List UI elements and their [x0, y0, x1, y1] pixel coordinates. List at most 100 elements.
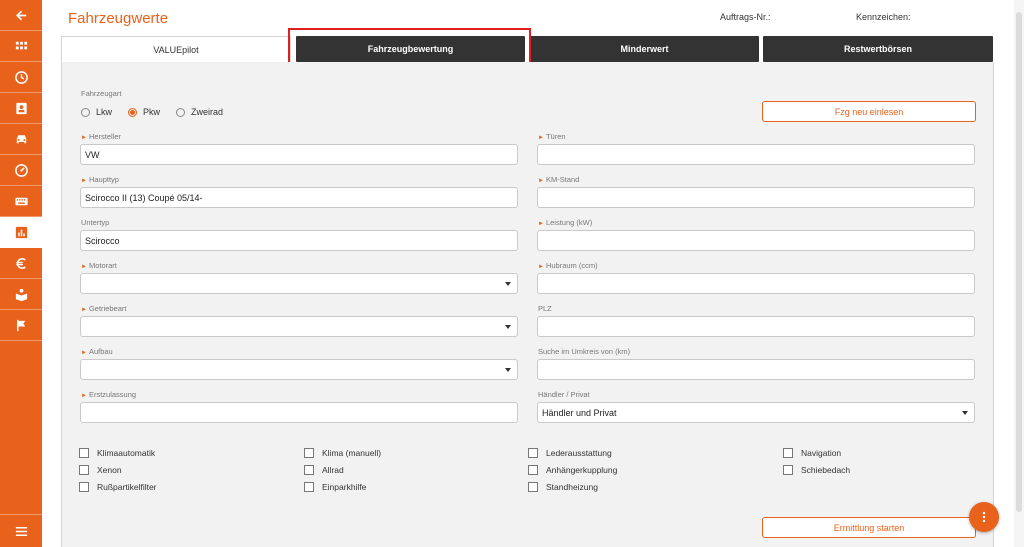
- speedometer-icon[interactable]: [0, 155, 42, 186]
- checkbox-xenon[interactable]: Xenon: [79, 465, 122, 475]
- scrollbar[interactable]: [1014, 0, 1024, 547]
- chevron-down-icon: [505, 282, 511, 286]
- untertyp-field[interactable]: Scirocco: [80, 230, 518, 251]
- field-label-erstzulassung: ► Erstzulassung: [81, 390, 136, 399]
- tueren-field[interactable]: [537, 144, 975, 165]
- required-marker-icon: ►: [81, 307, 87, 313]
- radio-zweirad[interactable]: Zweirad: [176, 107, 223, 117]
- checkbox-box[interactable]: [79, 448, 89, 458]
- checkbox-label: Klimaautomatik: [97, 448, 156, 458]
- checkbox-anhaengerkupplung[interactable]: Anhängerkupplung: [528, 465, 617, 475]
- radio-pkw[interactable]: Pkw: [128, 107, 160, 117]
- erstzulassung-field[interactable]: [80, 402, 518, 423]
- field-label-haupttyp: ► Haupttyp: [81, 175, 119, 184]
- required-marker-icon: ►: [538, 135, 544, 141]
- select-value: Händler und Privat: [542, 407, 617, 418]
- field-label-text: Leistung (kW): [545, 218, 593, 227]
- field-label-aufbau: ► Aufbau: [81, 347, 113, 356]
- chevron-down-icon: [505, 325, 511, 329]
- field-label-motorart: ► Motorart: [81, 261, 117, 270]
- leistung-field[interactable]: [537, 230, 975, 251]
- checkbox-navigation[interactable]: Navigation: [783, 448, 841, 458]
- hamburger-menu-icon[interactable]: [0, 514, 42, 547]
- tab-restwertboersen[interactable]: Restwertbörsen: [763, 36, 993, 62]
- chevron-down-icon: [505, 368, 511, 372]
- radio-circle[interactable]: [176, 107, 185, 117]
- required-marker-icon: ►: [81, 350, 87, 356]
- checkbox-lederausstattung[interactable]: Lederausstattung: [528, 448, 612, 458]
- required-marker-icon: ►: [538, 264, 544, 270]
- field-label-hubraum: ► Hubraum (ccm): [538, 261, 598, 270]
- required-marker-icon: ►: [81, 178, 87, 184]
- required-marker-icon: ►: [538, 221, 544, 227]
- field-label-km-stand: ► KM-Stand: [538, 175, 579, 184]
- field-label-text: Türen: [545, 132, 566, 141]
- required-marker-icon: ►: [81, 264, 87, 270]
- checkbox-label: Allrad: [322, 465, 344, 475]
- required-marker-icon: ►: [81, 393, 87, 399]
- field-label-leistung: ► Leistung (kW): [538, 218, 592, 227]
- more-options-icon[interactable]: [969, 502, 999, 532]
- radio-circle[interactable]: [81, 107, 90, 117]
- checkbox-box[interactable]: [79, 465, 89, 475]
- checkbox-klimaautomatik[interactable]: Klimaautomatik: [79, 448, 155, 458]
- chevron-down-icon: [962, 411, 968, 415]
- checkbox-box[interactable]: [79, 482, 89, 492]
- grid-icon[interactable]: [0, 31, 42, 62]
- checkbox-box[interactable]: [783, 465, 793, 475]
- motorart-select[interactable]: [80, 273, 518, 294]
- flag-icon[interactable]: [0, 310, 42, 341]
- scrollbar-thumb[interactable]: [1016, 12, 1022, 512]
- field-label-text: Hersteller: [88, 132, 122, 141]
- checkbox-box[interactable]: [304, 448, 314, 458]
- checkbox-box[interactable]: [528, 465, 538, 475]
- checkbox-label: Rußpartikelfilter: [97, 482, 157, 492]
- haendler-privat-select[interactable]: Händler und Privat: [537, 402, 975, 423]
- haupttyp-field[interactable]: Scirocco II (13) Coupé 05/14-: [80, 187, 518, 208]
- tab-minderwert[interactable]: Minderwert: [530, 36, 759, 62]
- checkbox-schiebedach[interactable]: Schiebedach: [783, 465, 850, 475]
- required-marker-icon: ►: [538, 178, 544, 184]
- checkbox-standheizung[interactable]: Standheizung: [528, 482, 598, 492]
- car-icon[interactable]: [0, 124, 42, 155]
- hubraum-field[interactable]: [537, 273, 975, 294]
- kennzeichen-label: Kennzeichen:: [856, 12, 911, 22]
- radio-circle[interactable]: [128, 107, 137, 117]
- euro-icon[interactable]: [0, 248, 42, 279]
- umkreis-field[interactable]: [537, 359, 975, 380]
- hersteller-field[interactable]: VW: [80, 144, 518, 165]
- field-label-text: KM-Stand: [545, 175, 580, 184]
- checkbox-box[interactable]: [783, 448, 793, 458]
- fahrzeugart-label: Fahrzeugart: [81, 89, 122, 98]
- ermittlung-starten-button[interactable]: Ermittlung starten: [762, 517, 976, 538]
- plz-field[interactable]: [537, 316, 975, 337]
- checkbox-box[interactable]: [304, 465, 314, 475]
- checkbox-box[interactable]: [528, 482, 538, 492]
- radio-label: Pkw: [143, 107, 161, 117]
- field-label-text: Hubraum (ccm): [545, 261, 598, 270]
- checkbox-klima-manuell[interactable]: Klima (manuell): [304, 448, 381, 458]
- field-label-text: Haupttyp: [88, 175, 119, 184]
- getriebeart-select[interactable]: [80, 316, 518, 337]
- checkbox-box[interactable]: [304, 482, 314, 492]
- aufbau-select[interactable]: [80, 359, 518, 380]
- clock-icon[interactable]: [0, 62, 42, 93]
- checkbox-allrad[interactable]: Allrad: [304, 465, 344, 475]
- reader-icon[interactable]: [0, 279, 42, 310]
- km-stand-field[interactable]: [537, 187, 975, 208]
- contact-card-icon[interactable]: [0, 93, 42, 124]
- back-arrow-icon[interactable]: [0, 0, 42, 31]
- fzg-neu-einlesen-button[interactable]: Fzg neu einlesen: [762, 101, 976, 122]
- radio-label: Lkw: [96, 107, 113, 117]
- checkbox-label: Xenon: [97, 465, 122, 475]
- keyboard-icon[interactable]: [0, 186, 42, 217]
- checkbox-russpartikelfilter[interactable]: Rußpartikelfilter: [79, 482, 157, 492]
- checkbox-box[interactable]: [528, 448, 538, 458]
- radio-lkw[interactable]: Lkw: [81, 107, 112, 117]
- field-label-plz: PLZ: [538, 304, 552, 313]
- checkbox-einparkhilfe[interactable]: Einparkhilfe: [304, 482, 366, 492]
- field-label-tueren: ► Türen: [538, 132, 566, 141]
- tab-valuepilot[interactable]: VALUEpilot: [61, 36, 291, 62]
- field-label-untertyp: Untertyp: [81, 218, 110, 227]
- bar-chart-icon[interactable]: [0, 217, 42, 248]
